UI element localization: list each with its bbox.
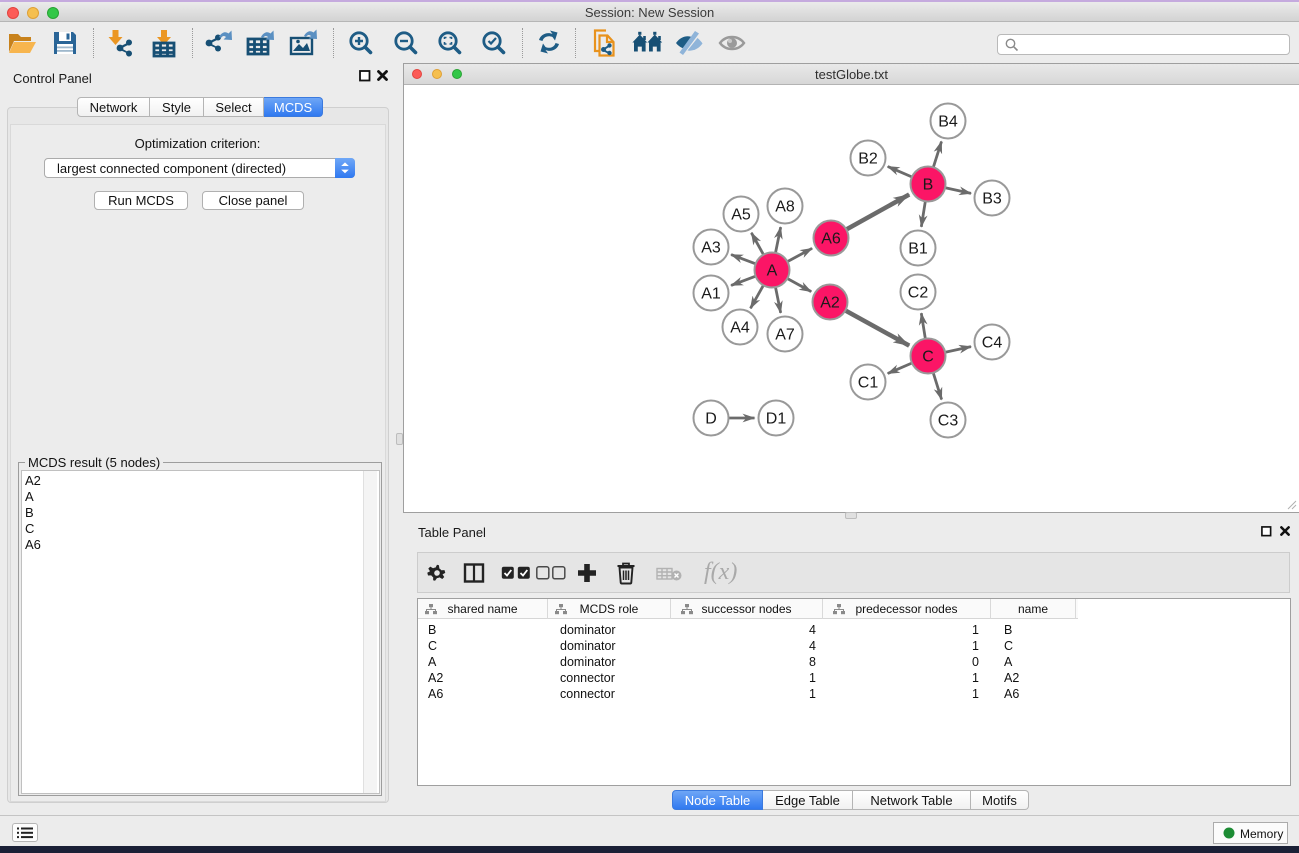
svg-text:C3: C3 (938, 413, 959, 430)
svg-text:A4: A4 (730, 320, 750, 337)
svg-text:C4: C4 (982, 335, 1003, 352)
svg-text:B3: B3 (982, 191, 1002, 208)
svg-text:A: A (767, 263, 778, 280)
svg-text:A3: A3 (701, 240, 721, 257)
svg-text:B1: B1 (908, 241, 928, 258)
svg-text:B4: B4 (938, 114, 958, 131)
svg-text:D: D (705, 411, 717, 428)
svg-text:A8: A8 (775, 199, 795, 216)
svg-text:A2: A2 (820, 295, 840, 312)
svg-text:A6: A6 (821, 231, 841, 248)
svg-text:B: B (923, 177, 934, 194)
svg-text:A1: A1 (701, 286, 721, 303)
svg-text:A7: A7 (775, 327, 795, 344)
svg-text:B2: B2 (858, 151, 878, 168)
svg-text:A5: A5 (731, 207, 751, 224)
svg-text:C1: C1 (858, 375, 879, 392)
svg-text:C: C (922, 349, 934, 366)
svg-text:D1: D1 (766, 411, 787, 428)
svg-text:C2: C2 (908, 285, 929, 302)
